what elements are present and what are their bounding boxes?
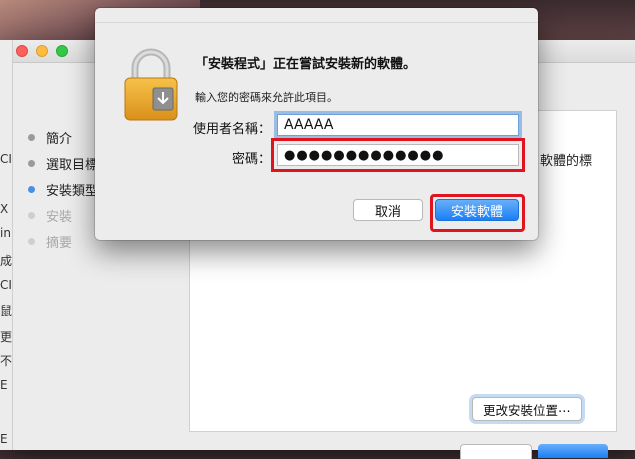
clipped-text: 不 <box>0 354 12 368</box>
step-label: 安裝類型 <box>46 183 99 199</box>
change-install-location-button[interactable]: 更改安裝位置⋯ <box>472 397 582 421</box>
step-select-destination: 選取目標 <box>28 150 98 176</box>
step-dot-icon <box>28 159 35 167</box>
clipped-text: CI <box>0 152 12 166</box>
clipped-text: in <box>0 226 11 240</box>
step-dot-icon <box>28 211 35 219</box>
clipped-text: 更 <box>0 330 12 344</box>
content-description-text: 軟體的標 <box>540 154 593 169</box>
continue-button[interactable] <box>538 444 608 458</box>
clipped-text: 成 <box>0 254 12 268</box>
background-window-edge: CI X in 成 CI 鼠 更 不 E E <box>0 40 13 450</box>
clipped-text: E <box>0 432 8 446</box>
installer-steps-list: 簡介 選取目標 安裝類型 安裝 摘要 <box>28 124 98 254</box>
dialog-title: 「安裝程式」正在嘗試安裝新的軟體。 <box>195 57 417 72</box>
step-summary: 摘要 <box>28 228 98 254</box>
step-dot-icon <box>28 133 35 141</box>
dialog-top-edge <box>95 8 538 23</box>
install-button-highlight-box <box>430 194 525 232</box>
step-installation-type: 安裝類型 <box>28 176 98 202</box>
close-window-button[interactable] <box>16 45 28 57</box>
clipped-text: CI <box>0 278 12 292</box>
cancel-button[interactable]: 取消 <box>353 199 423 221</box>
back-button[interactable] <box>460 444 532 459</box>
username-label: 使用者名稱： <box>192 122 271 137</box>
dialog-subtitle: 輸入您的密碼來允許此項目。 <box>195 91 338 104</box>
clipped-text: E <box>0 378 8 392</box>
minimize-window-button[interactable] <box>36 45 48 57</box>
username-field[interactable] <box>277 114 519 136</box>
step-label: 簡介 <box>46 131 73 147</box>
clipped-text: X <box>0 202 9 216</box>
step-label: 選取目標 <box>46 157 99 173</box>
password-highlight-box <box>271 138 525 172</box>
step-intro: 簡介 <box>28 124 98 150</box>
password-label: 密碼： <box>231 152 271 167</box>
lock-icon <box>124 48 178 121</box>
step-label: 安裝 <box>46 209 73 225</box>
step-label: 摘要 <box>46 235 73 251</box>
zoom-window-button[interactable] <box>56 45 68 57</box>
authentication-dialog: 「安裝程式」正在嘗試安裝新的軟體。 輸入您的密碼來允許此項目。 使用者名稱： 密… <box>95 8 538 240</box>
step-dot-icon <box>28 237 35 245</box>
clipped-text: 鼠 <box>0 304 12 318</box>
step-dot-icon <box>28 185 35 193</box>
step-install: 安裝 <box>28 202 98 228</box>
